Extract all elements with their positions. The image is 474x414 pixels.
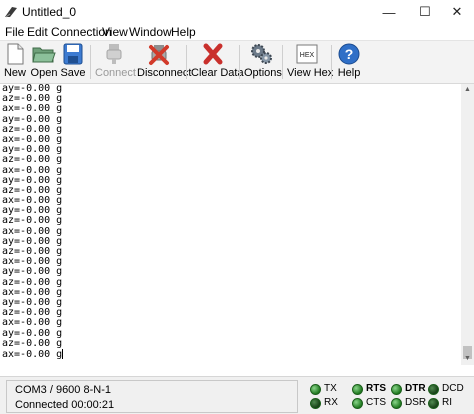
rts-led-icon[interactable] xyxy=(352,384,363,395)
terminal-line: ay=-0.00 g xyxy=(2,174,63,186)
terminal-line: ay=-0.00 g xyxy=(2,205,63,217)
coolterm-app-icon xyxy=(5,7,17,18)
terminal-line: ay=-0.00 g xyxy=(2,113,63,125)
tx-label: TX xyxy=(324,383,337,394)
minimize-button[interactable]: — xyxy=(372,0,406,24)
help-question-icon: ? xyxy=(338,43,360,65)
dcd-led-icon xyxy=(428,384,439,395)
text-cursor xyxy=(62,348,64,359)
save-disk-icon xyxy=(63,43,83,65)
open-folder-icon xyxy=(32,47,56,63)
terminal-line: az=-0.00 g xyxy=(2,123,63,135)
terminal-line: ax=-0.00 g xyxy=(2,256,63,268)
terminal-line: az=-0.00 g xyxy=(2,337,63,349)
rts-label: RTS xyxy=(366,383,386,394)
terminal-line: az=-0.00 g xyxy=(2,246,63,257)
terminal-line: ay=-0.00 g xyxy=(2,144,63,156)
terminal-output[interactable]: ay=-0.00 g az=-0.00 g ax=-0.00 g ay=-0.0… xyxy=(1,84,460,365)
menu-bar: File Edit Connection View Window Help xyxy=(0,24,474,40)
terminal-line: ax=-0.00 g xyxy=(2,164,63,176)
menu-window[interactable]: Window xyxy=(129,25,172,39)
terminal-line: ay=-0.00 g xyxy=(2,235,63,247)
connect-button[interactable]: Connect xyxy=(95,41,136,83)
clear-data-button[interactable]: Clear Data xyxy=(191,41,244,83)
vertical-scrollbar[interactable]: ▲ ▼ xyxy=(461,84,474,365)
terminal-line-text: ax=-0.00 g xyxy=(2,348,63,360)
terminal-line: ax=-0.00 g xyxy=(2,133,63,145)
status-bar: COM3 / 9600 8-N-1 Connected 00:00:21 TX … xyxy=(0,376,474,414)
terminal-line: ax=-0.00 g xyxy=(2,103,63,115)
title-bar: Untitled_0 — ☐ ✕ xyxy=(0,0,474,24)
terminal-line: az=-0.00 g xyxy=(2,184,63,196)
toolbar-separator xyxy=(90,45,91,79)
cts-label: CTS xyxy=(366,397,386,408)
ri-label: RI xyxy=(442,397,452,408)
rx-label: RX xyxy=(324,397,338,408)
terminal-line: ax=-0.00 g xyxy=(2,317,63,329)
view-hex-button[interactable]: HEX View Hex xyxy=(287,41,333,83)
hex-view-icon: HEX xyxy=(296,44,318,64)
ri-led-icon xyxy=(428,398,439,409)
terminal-line: ax=-0.00 g xyxy=(2,286,63,298)
disconnect-button[interactable]: Disconnect xyxy=(137,41,191,83)
port-settings-text: COM3 / 9600 8-N-1 xyxy=(15,384,111,396)
disconnect-plug-icon xyxy=(149,45,169,65)
terminal-line: az=-0.00 g xyxy=(2,276,63,288)
toolbar-separator xyxy=(331,45,332,79)
dsr-led-icon xyxy=(391,398,402,409)
terminal-line-last: ax=-0.00 g xyxy=(1,348,460,360)
toolbar: New Open Save Connect Disconnect Clear D… xyxy=(0,40,474,84)
dtr-led-icon[interactable] xyxy=(391,384,402,395)
menu-edit[interactable]: Edit xyxy=(27,25,48,39)
terminal-line: az=-0.00 g xyxy=(2,307,63,319)
clear-x-icon xyxy=(203,43,223,65)
toolbar-separator xyxy=(282,45,283,79)
toolbar-separator xyxy=(239,45,240,79)
new-button[interactable]: New xyxy=(2,41,28,83)
close-button[interactable]: ✕ xyxy=(440,0,474,24)
hex-icon-label: HEX xyxy=(300,52,315,59)
cts-led-icon xyxy=(352,398,363,409)
terminal-line: az=-0.00 g xyxy=(2,215,63,227)
dsr-label: DSR xyxy=(405,397,427,408)
menu-file[interactable]: File xyxy=(5,25,24,39)
connection-status-panel: COM3 / 9600 8-N-1 Connected 00:00:21 xyxy=(6,380,298,413)
terminal-line: ay=-0.00 g xyxy=(2,327,63,339)
terminal-line: ax=-0.00 g xyxy=(2,195,63,207)
window-title: Untitled_0 xyxy=(22,5,77,19)
help-button[interactable]: ? Help xyxy=(335,41,363,83)
terminal-line: az=-0.00 g xyxy=(2,154,63,166)
options-gears-icon xyxy=(251,44,272,64)
tx-led-icon xyxy=(310,384,321,395)
dtr-label: DTR xyxy=(405,383,426,394)
terminal-line: ay=-0.00 g xyxy=(2,84,63,94)
scroll-up-arrow-icon[interactable]: ▲ xyxy=(461,84,474,96)
scroll-down-arrow-icon[interactable]: ▼ xyxy=(461,353,474,365)
terminal-line: ax=-0.00 g xyxy=(2,225,63,237)
menu-help[interactable]: Help xyxy=(171,25,196,39)
maximize-button[interactable]: ☐ xyxy=(408,0,442,24)
save-button[interactable]: Save xyxy=(60,41,86,83)
terminal-line: az=-0.00 g xyxy=(2,93,63,105)
connection-timer-text: Connected 00:00:21 xyxy=(15,399,115,411)
toolbar-separator xyxy=(186,45,187,79)
options-button[interactable]: Options xyxy=(244,41,282,83)
rx-led-icon xyxy=(310,398,321,409)
terminal-line: ay=-0.00 g xyxy=(2,296,63,308)
new-document-icon xyxy=(7,43,24,65)
open-button[interactable]: Open xyxy=(30,41,58,83)
dcd-label: DCD xyxy=(442,383,464,394)
terminal-line: ay=-0.00 g xyxy=(2,266,63,278)
menu-view[interactable]: View xyxy=(102,25,128,39)
connect-plug-icon xyxy=(106,44,122,64)
help-icon-label: ? xyxy=(345,46,354,62)
